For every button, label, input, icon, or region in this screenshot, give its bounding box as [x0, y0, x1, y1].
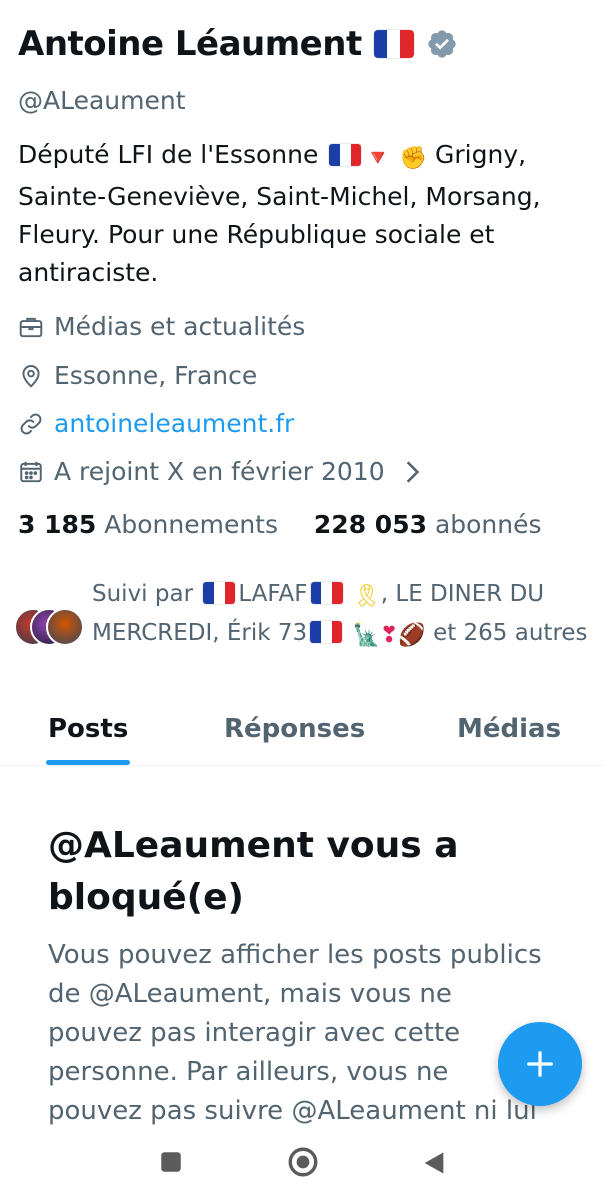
profile-category: Médias et actualités	[18, 312, 305, 341]
tab-posts[interactable]: Posts	[48, 714, 128, 744]
follow-counts: 3 185 Abonnements 228 053 abonnés	[18, 510, 542, 539]
calendar-icon	[20, 461, 42, 482]
verified-badge-icon[interactable]	[426, 28, 458, 60]
french-flag-icon	[329, 144, 362, 166]
following-link[interactable]: 3 185 Abonnements	[18, 510, 278, 539]
blocked-message: Vous pouvez afficher les posts publics d…	[48, 940, 542, 1126]
profile-bio: Député LFI de l'Essonne 🔻 ✊ Grigny, Sain…	[18, 136, 588, 292]
statue-of-liberty-icon: 🗽	[352, 623, 380, 648]
profile-tabs: Posts Réponses Médias	[0, 700, 605, 766]
bio-text: Député LFI de l'Essonne	[18, 140, 319, 169]
system-navigation-bar	[0, 1135, 605, 1200]
tab-media[interactable]: Médias	[457, 714, 561, 744]
followers-link[interactable]: 228 053 abonnés	[314, 510, 542, 539]
profile-joined[interactable]: A rejoint X en février 2010	[18, 457, 435, 486]
yellow-ribbon-icon: 🎗	[352, 584, 381, 609]
profile-website[interactable]: antoineleaument.fr	[18, 409, 294, 438]
location-pin-icon	[22, 364, 40, 388]
followers-avatars[interactable]	[14, 608, 86, 648]
recent-apps-button[interactable]	[158, 1149, 184, 1175]
link-icon	[20, 413, 42, 434]
home-button[interactable]	[286, 1145, 320, 1179]
compose-post-button[interactable]	[498, 1022, 582, 1106]
briefcase-icon	[19, 317, 43, 337]
followed-by-text[interactable]: Suivi par LAFAF 🎗, LE DINER DU MERCREDI,…	[92, 576, 592, 654]
heart-exclamation-icon: ❣	[379, 623, 399, 648]
profile-handle: @ALeaument	[18, 86, 186, 115]
plus-icon	[527, 1051, 553, 1077]
chevron-right-icon[interactable]	[399, 459, 425, 485]
raised-fist-icon: ✊	[399, 146, 428, 171]
profile-location: Essonne, France	[18, 361, 257, 390]
website-link[interactable]: antoineleaument.fr	[54, 409, 294, 438]
french-flag-icon	[373, 30, 414, 58]
red-triangle-icon: 🔻	[364, 146, 392, 171]
active-tab-indicator	[46, 760, 130, 765]
profile-name: Antoine Léaument	[18, 24, 362, 64]
back-button[interactable]	[420, 1149, 448, 1177]
tab-replies[interactable]: Réponses	[224, 714, 365, 744]
french-flag-icon	[310, 582, 343, 604]
football-icon: 🏈	[398, 623, 426, 648]
french-flag-icon	[203, 582, 236, 604]
blocked-title: @ALeaument vous a bloqué(e)	[48, 825, 459, 918]
french-flag-icon	[310, 621, 343, 643]
profile-name-row: Antoine Léaument	[18, 24, 458, 64]
avatar	[46, 608, 84, 646]
